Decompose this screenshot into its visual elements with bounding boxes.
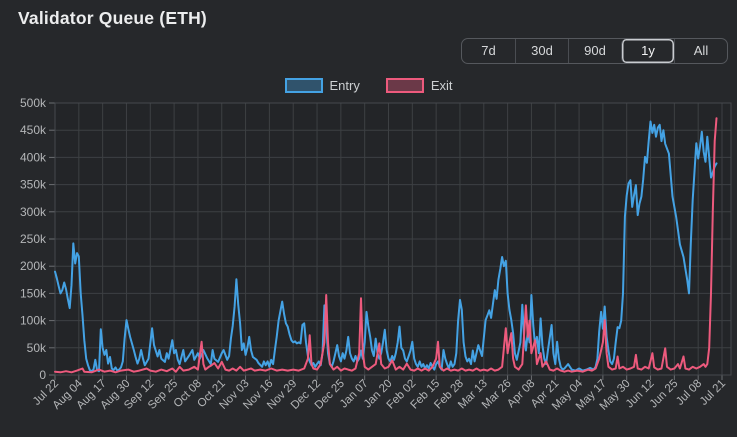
svg-text:0: 0 [39, 368, 46, 382]
svg-text:Jul 21: Jul 21 [698, 378, 728, 408]
svg-text:50k: 50k [27, 341, 47, 355]
validator-queue-chart[interactable]: 0 50k 100k 150k 200k 250k 300k 350k 400k 450k 500k… [0, 0, 737, 437]
svg-text:Jul 08: Jul 08 [674, 378, 704, 408]
svg-text:350k: 350k [20, 178, 47, 192]
svg-text:150k: 150k [20, 286, 47, 300]
svg-text:100k: 100k [20, 314, 47, 328]
svg-text:450k: 450k [20, 123, 47, 137]
validator-queue-page: Validator Queue (ETH) 7d 30d 90d 1y All … [0, 0, 737, 437]
svg-text:250k: 250k [20, 232, 47, 246]
svg-text:300k: 300k [20, 205, 47, 219]
svg-text:200k: 200k [20, 259, 47, 273]
svg-text:400k: 400k [20, 150, 47, 164]
svg-text:500k: 500k [20, 96, 47, 110]
